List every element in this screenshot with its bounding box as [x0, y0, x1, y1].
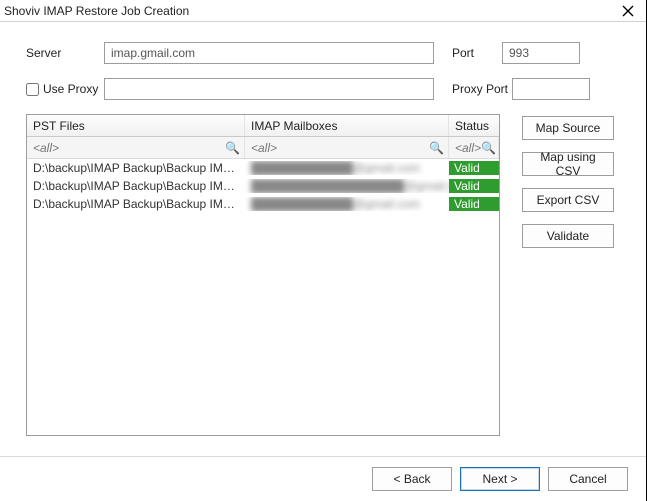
export-csv-button[interactable]: Export CSV [522, 188, 614, 212]
table-row[interactable]: D:\backup\IMAP Backup\Backup IMAP ...███… [27, 159, 499, 177]
server-input[interactable] [104, 42, 434, 64]
use-proxy-checkbox[interactable]: Use Proxy [26, 82, 104, 96]
back-button[interactable]: < Back [372, 467, 452, 491]
cell-status: Valid [449, 161, 499, 175]
table-row[interactable]: D:\backup\IMAP Backup\Backup IMAP ...███… [27, 195, 499, 213]
status-badge: Valid [449, 197, 499, 211]
cell-mbox: ██████████████████@gmail.com [245, 179, 449, 193]
close-icon[interactable] [616, 0, 640, 22]
row-server: Server Port [26, 42, 620, 64]
header-mbox[interactable]: IMAP Mailboxes [245, 115, 449, 136]
main-area: PST Files IMAP Mailboxes Status <all> 🔍 … [26, 114, 620, 436]
window-title: Shoviv IMAP Restore Job Creation [4, 4, 189, 18]
search-icon[interactable]: 🔍 [429, 141, 444, 155]
map-source-button[interactable]: Map Source [522, 116, 614, 140]
proxy-input[interactable] [104, 78, 434, 100]
validate-button[interactable]: Validate [522, 224, 614, 248]
label-use-proxy: Use Proxy [43, 82, 98, 96]
cell-pst: D:\backup\IMAP Backup\Backup IMAP ... [27, 161, 245, 175]
header-pst[interactable]: PST Files [27, 115, 245, 136]
grid-body: D:\backup\IMAP Backup\Backup IMAP ...███… [27, 159, 499, 213]
grid-header: PST Files IMAP Mailboxes Status [27, 115, 499, 137]
filter-mbox[interactable]: <all> 🔍 [245, 137, 449, 158]
label-server: Server [26, 46, 104, 60]
cell-pst: D:\backup\IMAP Backup\Backup IMAP ... [27, 197, 245, 211]
cell-mbox: ████████████@gmail.com [245, 161, 449, 175]
search-icon[interactable]: 🔍 [481, 141, 496, 155]
status-badge: Valid [449, 161, 499, 175]
label-proxy-port: Proxy Port [452, 82, 512, 96]
map-using-csv-button[interactable]: Map using CSV [522, 152, 614, 176]
next-button[interactable]: Next > [460, 467, 540, 491]
filter-status[interactable]: <all> 🔍 [449, 137, 499, 158]
wizard-buttons: < Back Next > Cancel [372, 467, 628, 491]
titlebar: Shoviv IMAP Restore Job Creation [0, 0, 646, 22]
filter-mbox-text: <all> [251, 141, 277, 155]
proxy-port-input[interactable] [512, 78, 590, 100]
cell-status: Valid [449, 197, 499, 211]
filter-status-text: <all> [455, 141, 481, 155]
filter-pst-text: <all> [33, 141, 59, 155]
separator [0, 456, 646, 457]
table-row[interactable]: D:\backup\IMAP Backup\Backup IMAP ...███… [27, 177, 499, 195]
port-input[interactable] [502, 42, 580, 64]
label-port: Port [452, 46, 502, 60]
row-proxy: Use Proxy Proxy Port [26, 78, 620, 100]
cell-status: Valid [449, 179, 499, 193]
search-icon[interactable]: 🔍 [225, 141, 240, 155]
cell-mbox: ████████████@gmail.com [245, 197, 449, 211]
content-area: Server Port Use Proxy Proxy Port PST Fil… [0, 22, 646, 436]
status-badge: Valid [449, 179, 499, 193]
cell-pst: D:\backup\IMAP Backup\Backup IMAP ... [27, 179, 245, 193]
grid-filter-row: <all> 🔍 <all> 🔍 <all> 🔍 [27, 137, 499, 159]
header-status[interactable]: Status [449, 115, 499, 136]
side-buttons: Map Source Map using CSV Export CSV Vali… [522, 114, 614, 436]
filter-pst[interactable]: <all> 🔍 [27, 137, 245, 158]
cancel-button[interactable]: Cancel [548, 467, 628, 491]
dialog-window: Shoviv IMAP Restore Job Creation Server … [0, 0, 647, 501]
mapping-grid: PST Files IMAP Mailboxes Status <all> 🔍 … [26, 114, 500, 436]
use-proxy-check[interactable] [26, 83, 39, 96]
